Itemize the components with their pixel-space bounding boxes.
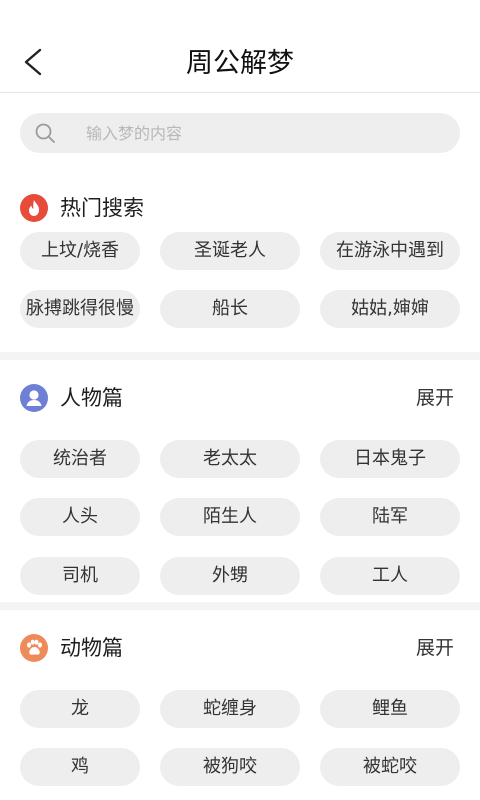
tag-item[interactable]: 蛇缠身 <box>160 690 300 728</box>
tag-item[interactable]: 脉搏跳得很慢 <box>20 290 140 328</box>
expand-button[interactable]: 展开 <box>416 632 454 664</box>
tag-item[interactable]: 陆军 <box>320 498 460 536</box>
tag-item[interactable]: 鲤鱼 <box>320 690 460 728</box>
tag-item[interactable]: 老太太 <box>160 440 300 478</box>
tag-item[interactable]: 被蛇咬 <box>320 748 460 786</box>
paw-icon <box>20 634 48 662</box>
section-header: 人物篇 展开 <box>0 376 480 420</box>
person-icon <box>20 384 48 412</box>
section-title: 热门搜索 <box>60 196 144 220</box>
flame-icon <box>20 194 48 222</box>
expand-button[interactable]: 展开 <box>416 382 454 414</box>
section-divider <box>0 352 480 360</box>
tag-item[interactable]: 司机 <box>20 557 140 595</box>
section-header: 热门搜索 <box>0 186 480 230</box>
section-header: 动物篇 展开 <box>0 626 480 670</box>
tag-item[interactable]: 日本鬼子 <box>320 440 460 478</box>
animals-section: 动物篇 展开 龙 蛇缠身 鲤鱼 鸡 被狗咬 被蛇咬 <box>0 626 480 786</box>
tag-item[interactable]: 统治者 <box>20 440 140 478</box>
page-title: 周公解梦 <box>186 48 294 79</box>
tag-item[interactable]: 姑姑,婶婶 <box>320 290 460 328</box>
section-title: 动物篇 <box>60 636 123 660</box>
people-section: 人物篇 展开 统治者 老太太 日本鬼子 人头 陌生人 陆军 司机 外甥 工人 <box>0 376 480 595</box>
hot-search-section: 热门搜索 上坟/烧香 圣诞老人 在游泳中遇到 脉搏跳得很慢 船长 姑姑,婶婶 <box>0 186 480 328</box>
tag-item[interactable]: 船长 <box>160 290 300 328</box>
search-bar[interactable] <box>20 113 460 153</box>
tag-item[interactable]: 人头 <box>20 498 140 536</box>
tag-item[interactable]: 工人 <box>320 557 460 595</box>
header-bar: 周公解梦 <box>0 0 480 93</box>
tag-item[interactable]: 在游泳中遇到 <box>320 232 460 270</box>
search-icon <box>35 123 55 143</box>
tag-item[interactable]: 上坟/烧香 <box>20 232 140 270</box>
section-divider <box>0 602 480 610</box>
tag-item[interactable]: 外甥 <box>160 557 300 595</box>
tag-item[interactable]: 陌生人 <box>160 498 300 536</box>
tag-item[interactable]: 圣诞老人 <box>160 232 300 270</box>
tag-item[interactable]: 龙 <box>20 690 140 728</box>
search-input[interactable] <box>86 113 446 153</box>
section-title: 人物篇 <box>60 386 123 410</box>
tag-item[interactable]: 被狗咬 <box>160 748 300 786</box>
tag-item[interactable]: 鸡 <box>20 748 140 786</box>
